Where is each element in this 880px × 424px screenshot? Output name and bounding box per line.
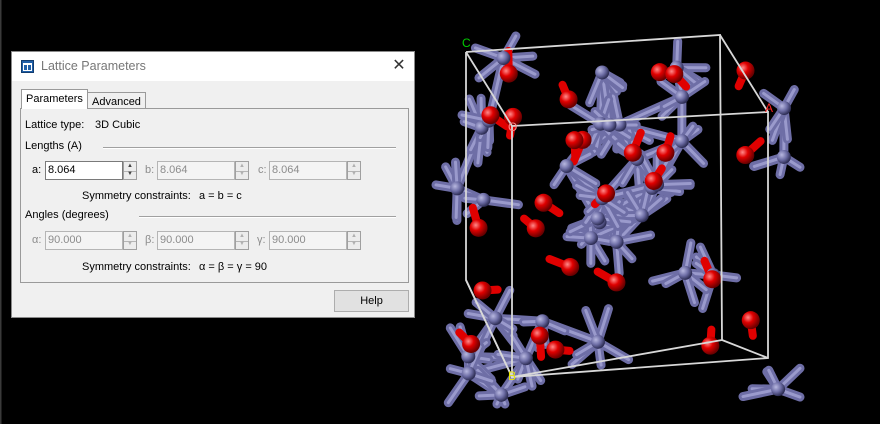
spin-down-icon[interactable]: ▼ (236, 170, 248, 179)
red-atom (597, 184, 616, 203)
blue-atom (674, 89, 689, 104)
tab-parameters-label: Parameters (26, 93, 83, 105)
axis-label-a: A (765, 101, 773, 115)
length-b-label: b: (145, 164, 155, 176)
red-atom (469, 218, 488, 237)
lengths-constraint-label: Symmetry constraints: (82, 190, 191, 202)
blue-atom (776, 149, 791, 164)
axis-label-b: B (508, 369, 516, 383)
blue-atom (583, 231, 598, 246)
red-atom (656, 143, 675, 162)
angles-section-label: Angles (degrees) (25, 209, 109, 221)
red-atom (665, 65, 684, 84)
lengths-section-label: Lengths (A) (25, 140, 82, 152)
red-atom (701, 336, 720, 355)
blue-atom (771, 382, 786, 397)
blue-atom (535, 314, 550, 329)
blue-atom (634, 208, 649, 223)
blue-atom (777, 101, 792, 116)
red-atom (736, 146, 755, 165)
red-atom (526, 219, 545, 238)
red-atom (462, 334, 481, 353)
length-b-input[interactable]: 8.064 (157, 161, 235, 180)
dialog-titlebar[interactable]: Lattice Parameters ✕ (12, 52, 414, 81)
lengths-divider (103, 147, 396, 149)
axis-label-c: C (462, 36, 471, 50)
angles-constraint-label: Symmetry constraints: (82, 261, 191, 273)
red-atom (565, 131, 584, 150)
length-a-input[interactable]: 8.064 (45, 161, 123, 180)
length-b-spinner[interactable]: ▲ ▼ (235, 161, 249, 180)
red-atom (559, 90, 578, 109)
spin-down-icon[interactable]: ▼ (124, 170, 136, 179)
lattice-type-value: 3D Cubic (95, 119, 141, 131)
spin-down-icon[interactable]: ▼ (348, 240, 360, 249)
blue-atom (450, 181, 465, 196)
lattice-parameters-dialog: Lattice Parameters ✕ Parameters Advanced… (11, 51, 415, 318)
lattice-type-label: Lattice type: (25, 119, 85, 131)
blue-atom (476, 192, 491, 207)
angle-alpha-input[interactable]: 90.000 (45, 231, 123, 250)
red-atom (546, 340, 565, 359)
red-atom (561, 258, 580, 277)
help-button[interactable]: Help (334, 290, 409, 312)
blue-atom (674, 134, 689, 149)
angles-constraint-value: α = β = γ = 90 (199, 261, 268, 273)
angle-gamma-label: γ: (257, 234, 266, 246)
close-icon[interactable]: ✕ (388, 55, 410, 77)
length-a-label: a: (32, 164, 42, 176)
red-atom (530, 326, 549, 345)
red-atom (623, 143, 642, 162)
app-icon (21, 60, 34, 73)
blue-atom (678, 265, 693, 280)
blue-atom (518, 351, 533, 366)
spin-down-icon[interactable]: ▼ (236, 240, 248, 249)
spin-down-icon[interactable]: ▼ (124, 240, 136, 249)
angle-beta-spinner[interactable]: ▲ ▼ (235, 231, 249, 250)
spin-down-icon[interactable]: ▼ (348, 170, 360, 179)
parameters-panel: Lattice type: 3D Cubic Lengths (A) a: 8.… (20, 108, 409, 283)
length-c-input[interactable]: 8.064 (269, 161, 347, 180)
red-atom (607, 273, 626, 292)
dialog-title: Lattice Parameters (41, 59, 146, 73)
blue-atom (590, 334, 605, 349)
blue-atom (609, 234, 624, 249)
angle-alpha-spinner[interactable]: ▲ ▼ (123, 231, 137, 250)
red-atom (473, 281, 492, 300)
blue-atom (488, 311, 503, 326)
angle-gamma-input[interactable]: 90.000 (269, 231, 347, 250)
blue-atom (559, 159, 574, 174)
blue-atom (494, 387, 509, 402)
blue-atom (496, 51, 511, 66)
angles-divider (139, 216, 396, 218)
lengths-constraint-value: a = b = c (199, 190, 242, 202)
length-c-spinner[interactable]: ▲ ▼ (347, 161, 361, 180)
angle-beta-input[interactable]: 90.000 (157, 231, 235, 250)
length-a-spinner[interactable]: ▲ ▼ (123, 161, 137, 180)
angle-alpha-label: α: (32, 234, 42, 246)
tab-advanced-label: Advanced (92, 96, 141, 108)
length-c-label: c: (258, 164, 267, 176)
red-atom (703, 270, 722, 289)
red-atom (499, 64, 518, 83)
red-atom (481, 106, 500, 125)
red-atom (741, 311, 760, 330)
blue-atom (590, 211, 605, 226)
red-atom (644, 171, 663, 190)
axis-label-origin: O (508, 120, 517, 134)
tab-parameters[interactable]: Parameters (21, 89, 88, 109)
angle-beta-label: β: (145, 234, 155, 246)
red-atom (534, 193, 553, 212)
blue-atom (595, 65, 610, 80)
angle-gamma-spinner[interactable]: ▲ ▼ (347, 231, 361, 250)
blue-atom (461, 366, 476, 381)
